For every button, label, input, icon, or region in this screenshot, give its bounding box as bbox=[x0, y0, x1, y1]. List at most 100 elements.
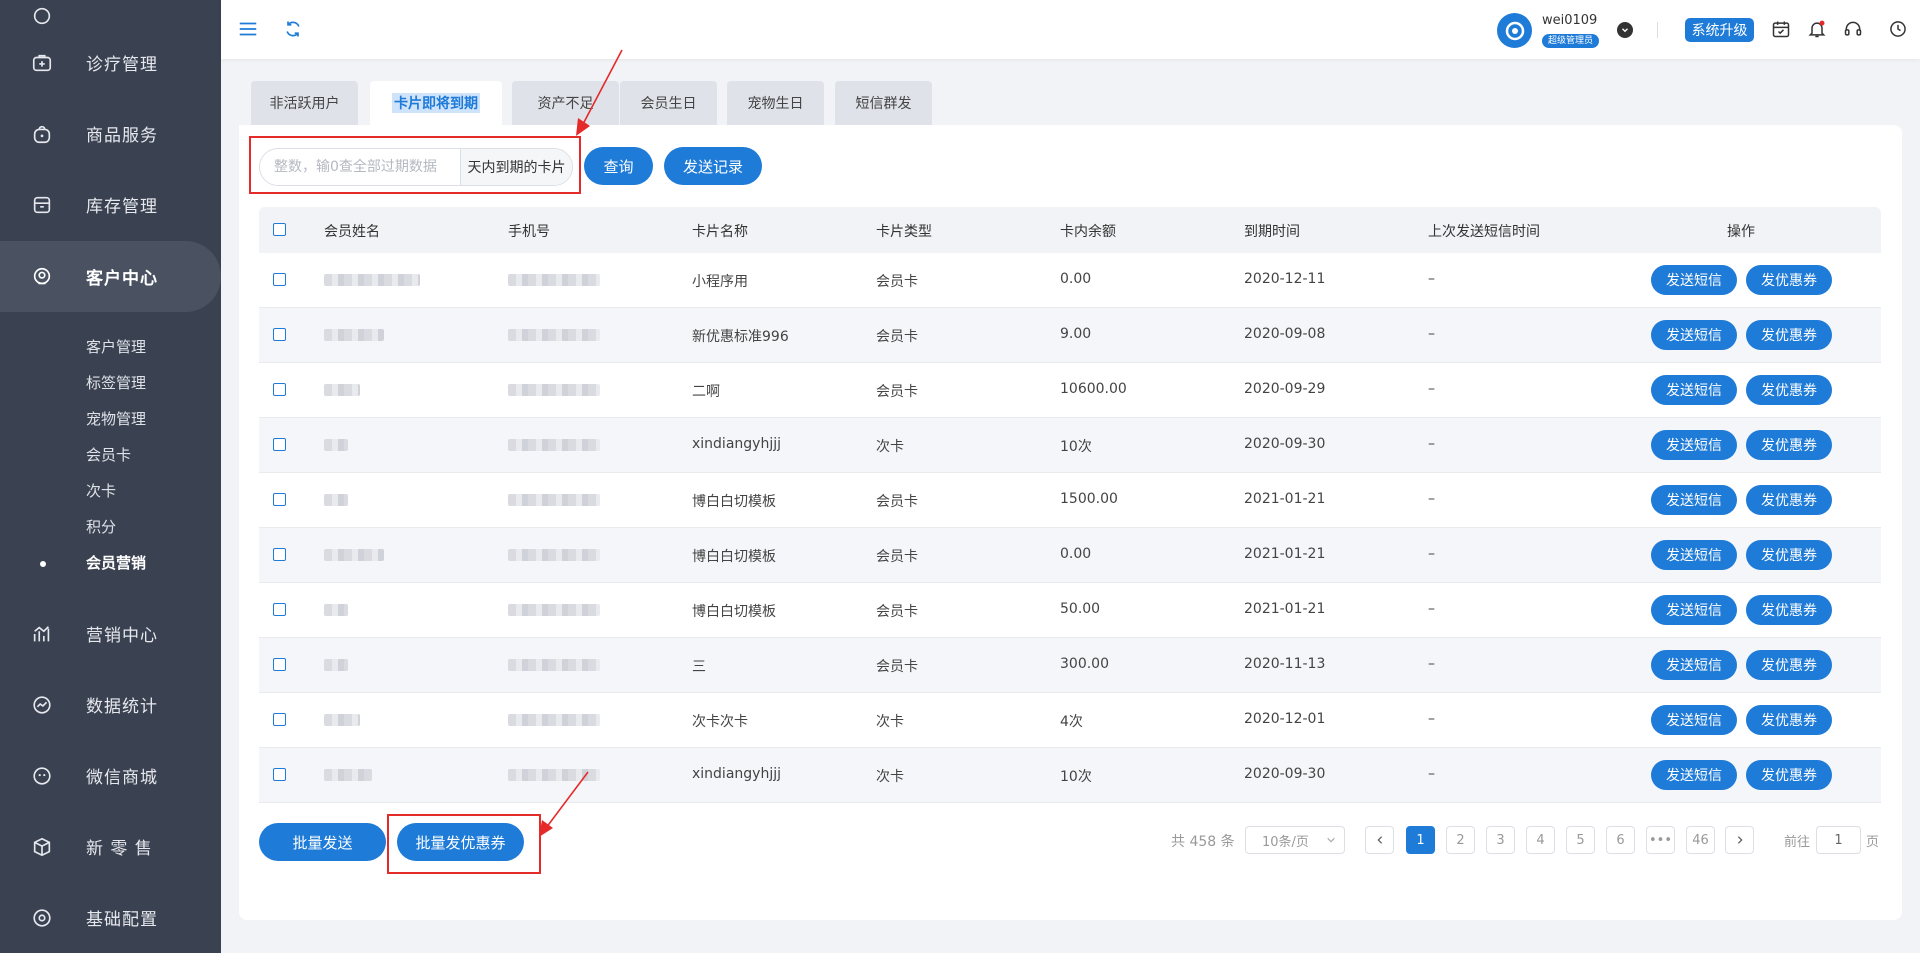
send-sms-button[interactable]: 发送短信 bbox=[1651, 430, 1737, 460]
send-sms-button[interactable]: 发送短信 bbox=[1651, 265, 1737, 295]
page-number[interactable]: 46 bbox=[1686, 826, 1715, 854]
row-checkbox[interactable] bbox=[273, 768, 286, 781]
tab-inactive-users[interactable]: 非活跃用户 bbox=[251, 81, 358, 125]
menu-toggle-icon[interactable] bbox=[236, 17, 260, 41]
redacted-member-name bbox=[324, 274, 420, 286]
sidebar-item-goods[interactable]: 商品服务 bbox=[0, 98, 221, 169]
row-checkbox[interactable] bbox=[273, 493, 286, 506]
sidebar-item-marketing[interactable]: 营销中心 bbox=[0, 598, 221, 669]
send-coupon-button[interactable]: 发优惠券 bbox=[1746, 540, 1832, 570]
settings-icon bbox=[30, 906, 54, 930]
send-coupon-button[interactable]: 发优惠券 bbox=[1746, 265, 1832, 295]
submenu-item-pets[interactable]: 宠物管理 bbox=[86, 408, 146, 429]
next-page-button[interactable] bbox=[1725, 826, 1754, 854]
sidebar-item-statistics[interactable]: 数据统计 bbox=[0, 669, 221, 740]
card-type: 会员卡 bbox=[876, 494, 918, 510]
page-number[interactable]: 1 bbox=[1406, 826, 1435, 854]
send-sms-button[interactable]: 发送短信 bbox=[1651, 760, 1737, 790]
send-coupon-button[interactable]: 发优惠券 bbox=[1746, 320, 1832, 350]
page-number[interactable]: 2 bbox=[1446, 826, 1475, 854]
goto-page-input[interactable]: 1 bbox=[1816, 826, 1861, 854]
last-sms-time: – bbox=[1428, 601, 1435, 617]
expire-date: 2020-12-11 bbox=[1244, 271, 1326, 287]
tab-member-birthday[interactable]: 会员生日 bbox=[620, 81, 717, 125]
sidebar-item-new-retail[interactable]: 新 零 售 bbox=[0, 811, 221, 882]
sidebar-item-label: 基础配置 bbox=[86, 910, 158, 930]
shopping-bag-icon bbox=[30, 122, 54, 146]
page-number[interactable]: 3 bbox=[1486, 826, 1515, 854]
redacted-member-name bbox=[324, 494, 348, 506]
last-sms-time: – bbox=[1428, 271, 1435, 287]
send-sms-button[interactable]: 发送短信 bbox=[1651, 540, 1737, 570]
col-header-actions: 操作 bbox=[1727, 224, 1755, 240]
submenu-item-customer-manage[interactable]: 客户管理 bbox=[86, 336, 146, 357]
submenu-item-count-card[interactable]: 次卡 bbox=[86, 480, 116, 501]
submenu-item-points[interactable]: 积分 bbox=[86, 516, 116, 537]
col-header-name: 会员姓名 bbox=[324, 224, 380, 240]
redacted-phone bbox=[508, 714, 600, 726]
page-number[interactable]: 4 bbox=[1526, 826, 1555, 854]
send-coupon-button[interactable]: 发优惠券 bbox=[1746, 650, 1832, 680]
chevron-down-icon[interactable] bbox=[1617, 22, 1633, 38]
send-sms-button[interactable]: 发送短信 bbox=[1651, 650, 1737, 680]
row-checkbox[interactable] bbox=[273, 603, 286, 616]
headset-icon[interactable] bbox=[1841, 17, 1865, 41]
send-coupon-button[interactable]: 发优惠券 bbox=[1746, 595, 1832, 625]
card-balance: 50.00 bbox=[1060, 601, 1101, 617]
row-checkbox[interactable] bbox=[273, 548, 286, 561]
send-coupon-button[interactable]: 发优惠券 bbox=[1746, 705, 1832, 735]
pager-total: 共 458 条 bbox=[1171, 834, 1235, 850]
clock-help-icon[interactable] bbox=[1886, 17, 1910, 41]
tab-pet-birthday[interactable]: 宠物生日 bbox=[727, 81, 824, 125]
row-checkbox[interactable] bbox=[273, 658, 286, 671]
send-records-button[interactable]: 发送记录 bbox=[664, 147, 762, 185]
send-sms-button[interactable]: 发送短信 bbox=[1651, 485, 1737, 515]
send-sms-button[interactable]: 发送短信 bbox=[1651, 375, 1737, 405]
batch-send-button[interactable]: 批量发送 bbox=[259, 823, 386, 861]
redacted-phone bbox=[508, 659, 600, 671]
row-checkbox[interactable] bbox=[273, 713, 286, 726]
card-name: 三 bbox=[692, 659, 706, 675]
page-number[interactable]: 6 bbox=[1606, 826, 1635, 854]
card-type: 会员卡 bbox=[876, 274, 918, 290]
row-checkbox[interactable] bbox=[273, 438, 286, 451]
card-type: 会员卡 bbox=[876, 604, 918, 620]
sidebar-item-wechat-mall[interactable]: 微信商城 bbox=[0, 740, 221, 811]
card-type: 次卡 bbox=[876, 439, 904, 455]
calendar-icon[interactable] bbox=[1769, 17, 1793, 41]
select-all-checkbox[interactable] bbox=[273, 223, 286, 236]
page-size-select[interactable]: 10条/页 bbox=[1245, 826, 1345, 854]
row-checkbox[interactable] bbox=[273, 383, 286, 396]
send-sms-button[interactable]: 发送短信 bbox=[1651, 320, 1737, 350]
send-coupon-button[interactable]: 发优惠券 bbox=[1746, 375, 1832, 405]
system-upgrade-button[interactable]: 系统升级 bbox=[1685, 18, 1754, 42]
send-coupon-button[interactable]: 发优惠券 bbox=[1746, 485, 1832, 515]
row-checkbox[interactable] bbox=[273, 273, 286, 286]
expire-date: 2020-09-29 bbox=[1244, 381, 1326, 397]
send-sms-button[interactable]: 发送短信 bbox=[1651, 595, 1737, 625]
divider bbox=[1657, 22, 1658, 38]
sidebar-item-clinic[interactable]: 诊疗管理 bbox=[0, 27, 221, 98]
annotation-arrow bbox=[576, 49, 623, 136]
query-button[interactable]: 查询 bbox=[584, 147, 653, 185]
sidebar-item-customer[interactable]: 客户中心 bbox=[0, 241, 221, 312]
send-coupon-button[interactable]: 发优惠券 bbox=[1746, 760, 1832, 790]
refresh-icon[interactable] bbox=[281, 17, 305, 41]
send-sms-button[interactable]: 发送短信 bbox=[1651, 705, 1737, 735]
bell-icon[interactable] bbox=[1805, 17, 1829, 41]
card-name: xindiangyhjjj bbox=[692, 436, 781, 452]
prev-page-button[interactable] bbox=[1365, 826, 1394, 854]
send-coupon-button[interactable]: 发优惠券 bbox=[1746, 430, 1832, 460]
tab-sms-broadcast[interactable]: 短信群发 bbox=[835, 81, 932, 125]
row-checkbox[interactable] bbox=[273, 328, 286, 341]
tab-cards-expiring[interactable]: 卡片即将到期 bbox=[370, 81, 502, 125]
sidebar-item-basic-config[interactable]: 基础配置 bbox=[0, 882, 221, 953]
submenu-item-member-card[interactable]: 会员卡 bbox=[86, 444, 131, 465]
avatar[interactable] bbox=[1497, 13, 1532, 48]
page-ellipsis[interactable]: ••• bbox=[1646, 826, 1675, 854]
sidebar-item-label: 新 零 售 bbox=[86, 839, 153, 859]
submenu-item-tags[interactable]: 标签管理 bbox=[86, 372, 146, 393]
sidebar-item-inventory[interactable]: 库存管理 bbox=[0, 169, 221, 240]
page-number[interactable]: 5 bbox=[1566, 826, 1595, 854]
submenu-item-member-marketing[interactable]: 会员营销 bbox=[86, 552, 146, 573]
